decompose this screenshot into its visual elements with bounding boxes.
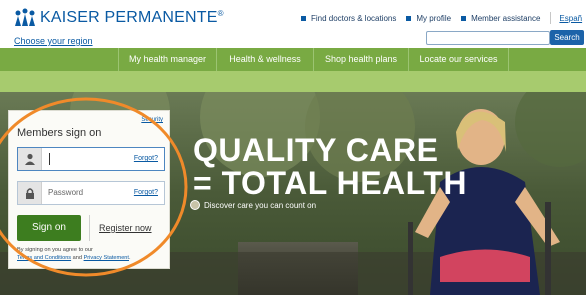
nav-item-locate-services[interactable]: Locate our services [408,48,509,71]
utility-nav: Find doctors & locations My profile Memb… [301,12,582,24]
brand-name: KAISER PERMANENTE® [40,9,224,26]
sign-on-button[interactable]: Sign on [17,215,81,241]
forgot-user-id-link[interactable]: Forgot? [134,155,158,162]
terms-and-text: and [72,255,83,261]
person-icon [18,148,42,170]
password-field[interactable]: Password Forgot? [17,181,165,205]
search-button[interactable]: Search [550,30,584,45]
terms-notice: By signing on you agree to our Terms and… [17,246,169,262]
button-divider [89,215,90,241]
nav-item-my-health-manager[interactable]: My health manager [118,48,216,71]
hero-subtitle-link[interactable]: Discover care you can count on [190,200,316,210]
forgot-password-link[interactable]: Forgot? [134,189,158,196]
security-link[interactable]: Security [141,117,163,123]
hero-title-line-1: QUALITY CARE [193,132,439,168]
utility-link-label: My profile [416,13,452,23]
password-placeholder: Password [48,188,84,197]
lock-icon [18,182,42,204]
circle-bullet-icon [190,200,200,210]
user-id-field[interactable]: Forgot? [17,147,165,171]
square-bullet-icon [301,15,306,21]
sign-on-panel: Security Members sign on Forgot? Passwor… [8,110,170,269]
terms-text: By signing on you agree to our [17,247,93,253]
text-cursor [49,153,50,165]
nav-substrip [0,71,586,92]
utility-link-find-doctors[interactable]: Find doctors & locations [301,14,396,23]
search-input[interactable] [426,31,550,45]
hero-title-line-2: = TOTAL HEALTH [193,165,467,201]
utility-link-member-assistance[interactable]: Member assistance [461,14,540,23]
language-link[interactable]: Españ [559,14,582,23]
sign-on-title: Members sign on [17,127,102,139]
utility-divider [550,12,552,24]
main-nav: My health manager Health & wellness Shop… [0,48,586,71]
utility-link-label: Find doctors & locations [311,13,397,23]
choose-region-link[interactable]: Choose your region [14,36,93,46]
kp-figures-logo-icon [15,8,35,26]
terms-period: . [128,255,131,261]
square-bullet-icon [406,15,412,21]
nav-item-shop-health-plans[interactable]: Shop health plans [313,48,408,71]
register-now-link[interactable]: Register now [99,223,152,233]
hero-title: QUALITY CARE = TOTAL HEALTH [193,134,467,200]
hero-subtitle-label: Discover care you can count on [204,200,317,210]
utility-link-my-profile[interactable]: My profile [406,14,451,23]
utility-link-label: Member assistance [471,13,541,23]
nav-item-health-wellness[interactable]: Health & wellness [216,48,313,71]
terms-link[interactable]: Terms and Conditions [17,255,71,261]
square-bullet-icon [461,15,467,21]
privacy-link[interactable]: Privacy Statement [84,255,129,261]
